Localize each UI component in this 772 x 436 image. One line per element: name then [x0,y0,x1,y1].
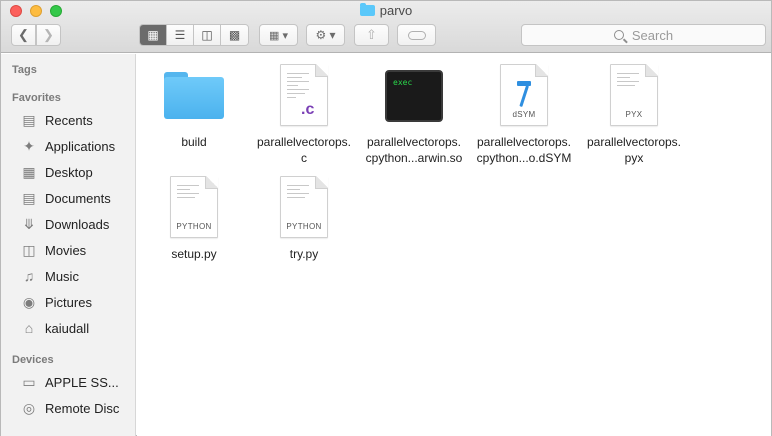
file-browser: build .c parallelvectorops. c exec parall… [137,54,771,436]
clock-icon: ▤ [22,111,36,128]
file-name: build [181,135,207,149]
window-title-text: parvo [379,3,413,18]
python-file-icon: PYTHON [170,176,218,238]
file-name: parallelvectorops. pyx [586,135,682,165]
search-icon [613,30,624,40]
search-field[interactable]: Search [521,24,766,46]
sidebar-item-remote-disc[interactable]: ◎ Remote Disc [20,398,132,418]
column-view-button[interactable]: ◫ [194,25,221,45]
forward-button[interactable]: ❯ [36,24,61,46]
arrange-button[interactable]: ▦ ▾ [259,24,298,46]
disc-icon: ◎ [22,399,36,416]
share-icon: ⇧ [366,27,377,42]
folder-icon [359,3,375,16]
downloads-icon: ⤋ [23,215,35,232]
sidebar-item-documents[interactable]: ▤ Documents [20,188,132,208]
sidebar-item-label: Documents [45,190,111,206]
sidebar-item-music[interactable]: ♫ Music [20,266,132,286]
file-item-pyx[interactable]: PYX parallelvectorops. pyx [579,64,689,166]
sidebar-item-label: Pictures [45,294,92,310]
icon-view-button[interactable]: ▦ [140,25,167,45]
gear-icon: ⚙ ▾ [315,28,336,42]
tag-icon [407,30,426,40]
sidebar-item-home[interactable]: ⌂ kaiudall [20,318,132,338]
file-name: parallelvectorops. cpython...arwin.so [365,135,463,165]
music-note-icon: ♫ [23,268,35,284]
cover-flow-button[interactable]: ▩ [221,25,248,45]
view-mode-selector: ▦ ☰ ◫ ▩ [139,24,249,46]
file-item-build[interactable]: build [139,64,249,150]
list-view-button[interactable]: ☰ [167,25,194,45]
edit-tags-button[interactable] [397,24,436,46]
documents-icon: ▤ [22,189,36,206]
list-icon: ☰ [174,28,186,42]
sidebar-item-movies[interactable]: ◫ Movies [20,240,132,260]
file-name: parallelvectorops. c [256,135,352,165]
executable-file-icon: exec [385,70,443,122]
c-source-file-icon: .c [280,64,328,126]
sidebar-item-label: Downloads [45,216,110,232]
file-item-try-py[interactable]: PYTHON try.py [249,176,359,262]
cover-flow-icon: ▩ [228,28,241,42]
file-item-shared-object[interactable]: exec parallelvectorops. cpython...arwin.s… [359,64,469,166]
sidebar-item-apple-ssd[interactable]: ▭ APPLE SS... [20,372,132,392]
sidebar: Tags Favorites ▤ Recents ✦ Applications … [1,54,136,436]
grid-arrange-icon: ▦ ▾ [269,29,288,42]
window-title: parvo [1,3,771,18]
file-name: parallelvectorops. cpython...o.dSYM [476,135,572,165]
favorites-heading: Favorites [12,92,61,104]
sidebar-item-label: APPLE SS... [45,374,119,390]
sidebar-item-label: kaiudall [45,320,90,336]
folder-icon [164,72,224,119]
film-icon: ◫ [22,241,36,258]
desktop-icon: ▦ [22,163,36,180]
sidebar-item-downloads[interactable]: ⤋ Downloads [20,214,132,234]
pyx-file-icon: PYX [610,64,658,126]
tags-heading: Tags [12,64,37,76]
chevron-left-icon: ❮ [18,27,29,42]
sidebar-item-label: Movies [45,242,87,258]
file-item-setup-py[interactable]: PYTHON setup.py [139,176,249,262]
sidebar-item-pictures[interactable]: ◉ Pictures [20,292,132,312]
search-placeholder: Search [631,27,674,43]
disk-icon: ▭ [22,373,36,390]
applications-icon: ✦ [23,137,35,154]
sidebar-item-label: Remote Disc [45,400,120,416]
dsym-file-icon: dSYM [500,64,548,126]
file-name: setup.py [171,247,217,261]
camera-icon: ◉ [22,293,36,310]
python-file-icon: PYTHON [280,176,328,238]
hammer-icon [517,81,531,107]
toolbar: parvo ❮ ❯ ▦ ☰ ◫ ▩ ▦ ▾ ⚙ ▾ ⇧ Search [1,1,771,53]
file-name: try.py [289,247,319,261]
sidebar-item-label: Applications [45,138,116,154]
sidebar-item-applications[interactable]: ✦ Applications [20,136,132,156]
sidebar-item-desktop[interactable]: ▦ Desktop [20,162,132,182]
home-icon: ⌂ [24,320,34,336]
action-button[interactable]: ⚙ ▾ [306,24,345,46]
file-item-dsym[interactable]: dSYM parallelvectorops. cpython...o.dSYM [469,64,579,166]
finder-window: parvo ❮ ❯ ▦ ☰ ◫ ▩ ▦ ▾ ⚙ ▾ ⇧ Search Tags … [0,0,772,436]
sidebar-item-label: Desktop [45,164,93,180]
file-item-c-source[interactable]: .c parallelvectorops. c [249,64,359,166]
back-button[interactable]: ❮ [11,24,36,46]
sidebar-item-label: Music [45,268,79,284]
grid-icon: ▦ [147,28,159,42]
share-button[interactable]: ⇧ [354,24,389,46]
columns-icon: ◫ [201,28,213,42]
chevron-right-icon: ❯ [43,27,54,42]
sidebar-item-recents[interactable]: ▤ Recents [20,110,132,130]
devices-heading: Devices [12,354,54,366]
sidebar-item-label: Recents [45,112,93,128]
